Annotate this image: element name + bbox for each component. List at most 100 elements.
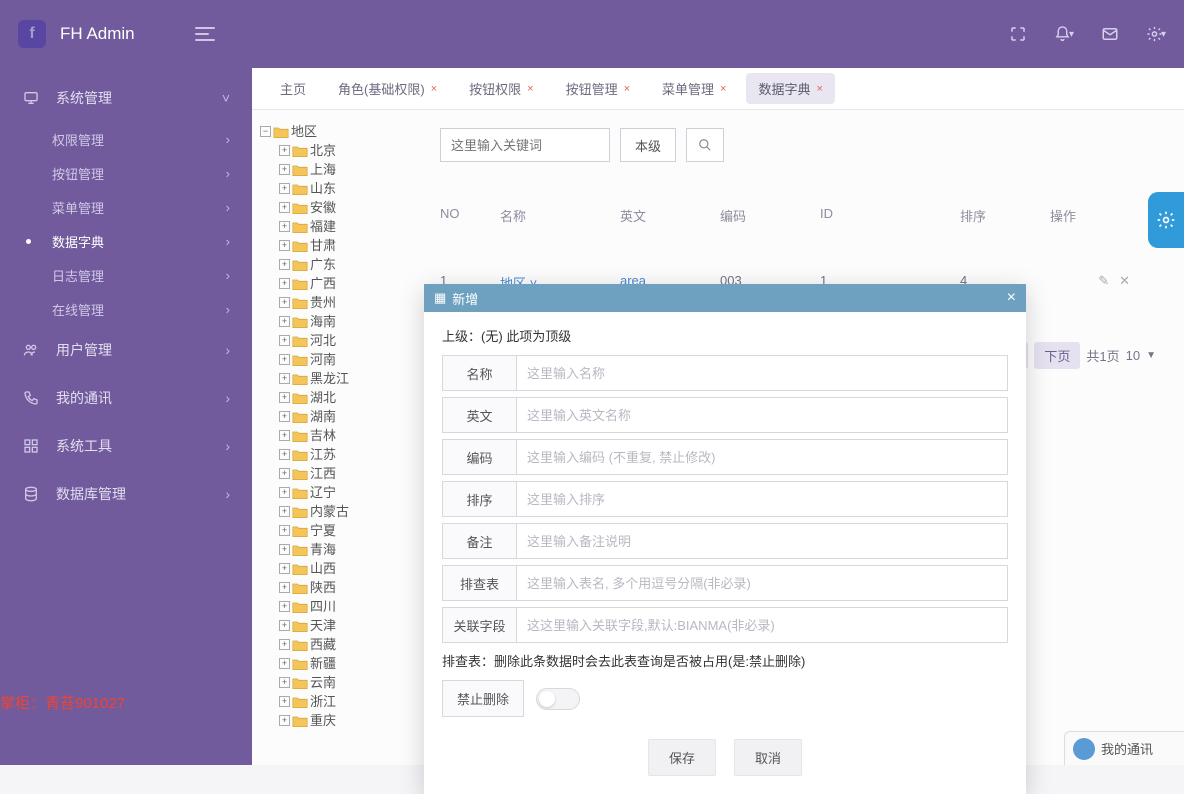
search-button[interactable] (686, 128, 724, 162)
expand-icon[interactable]: + (279, 430, 290, 441)
expand-icon[interactable]: + (279, 601, 290, 612)
expand-icon[interactable]: + (279, 221, 290, 232)
tree-node[interactable]: +广东 (279, 255, 430, 274)
tree-node[interactable]: +黑龙江 (279, 369, 430, 388)
expand-icon[interactable]: + (279, 449, 290, 460)
expand-icon[interactable]: + (279, 259, 290, 270)
tree-node[interactable]: +山东 (279, 179, 430, 198)
tab[interactable]: 角色(基础权限)× (326, 73, 449, 104)
sidebar-group-phone[interactable]: 我的通讯› (0, 374, 252, 422)
field-input-排序[interactable] (516, 481, 1008, 517)
tree-node[interactable]: +云南 (279, 673, 430, 692)
tree-node[interactable]: +湖北 (279, 388, 430, 407)
expand-icon[interactable]: + (279, 373, 290, 384)
forbid-delete-toggle[interactable] (536, 688, 580, 710)
mail-icon[interactable] (1100, 24, 1120, 44)
settings-side-badge[interactable] (1148, 192, 1184, 248)
expand-icon[interactable]: + (279, 297, 290, 308)
tab-close-icon[interactable]: × (624, 83, 630, 95)
tree-node[interactable]: +江苏 (279, 445, 430, 464)
sidebar-item[interactable]: 日志管理› (0, 258, 252, 292)
expand-icon[interactable]: + (279, 145, 290, 156)
expand-icon[interactable]: + (279, 468, 290, 479)
expand-icon[interactable]: + (279, 183, 290, 194)
expand-icon[interactable]: + (279, 544, 290, 555)
sidebar-group-monitor[interactable]: 系统管理˅ (0, 74, 252, 122)
sidebar-item[interactable]: 数据字典› (0, 224, 252, 258)
save-button[interactable]: 保存 (648, 739, 716, 776)
tree-node[interactable]: +河北 (279, 331, 430, 350)
search-input[interactable] (440, 128, 610, 162)
tree-node[interactable]: +北京 (279, 141, 430, 160)
tree-node[interactable]: +贵州 (279, 293, 430, 312)
edit-icon[interactable]: ✎ (1098, 273, 1109, 292)
expand-icon[interactable]: + (279, 658, 290, 669)
expand-icon[interactable]: + (279, 202, 290, 213)
tab[interactable]: 菜单管理× (650, 73, 738, 104)
expand-icon[interactable]: + (279, 620, 290, 631)
tree-node[interactable]: +辽宁 (279, 483, 430, 502)
pager-next[interactable]: 下页 (1034, 342, 1080, 369)
fullscreen-icon[interactable] (1008, 24, 1028, 44)
cancel-button[interactable]: 取消 (734, 739, 802, 776)
dialog-close-icon[interactable]: × (1007, 289, 1016, 307)
expand-icon[interactable]: + (279, 164, 290, 175)
expand-icon[interactable]: + (279, 506, 290, 517)
sidebar-item[interactable]: 按钮管理› (0, 156, 252, 190)
tab[interactable]: 数据字典× (746, 73, 834, 104)
sidebar-item[interactable]: 菜单管理› (0, 190, 252, 224)
tree-node[interactable]: +浙江 (279, 692, 430, 711)
field-input-关联字段[interactable] (516, 607, 1008, 643)
expand-icon[interactable]: + (279, 411, 290, 422)
tree-node[interactable]: +四川 (279, 597, 430, 616)
sidebar-item[interactable]: 权限管理› (0, 122, 252, 156)
tree-node[interactable]: +海南 (279, 312, 430, 331)
sidebar-group-users[interactable]: 用户管理› (0, 326, 252, 374)
tab-close-icon[interactable]: × (720, 83, 726, 95)
expand-icon[interactable]: + (279, 715, 290, 726)
tree-node[interactable]: +安徽 (279, 198, 430, 217)
expand-icon[interactable]: + (279, 278, 290, 289)
tree-node[interactable]: +江西 (279, 464, 430, 483)
expand-icon[interactable]: + (279, 335, 290, 346)
tree-node[interactable]: +河南 (279, 350, 430, 369)
expand-icon[interactable]: + (279, 582, 290, 593)
tab[interactable]: 按钮权限× (457, 73, 545, 104)
tree-node[interactable]: +重庆 (279, 711, 430, 730)
field-input-排查表[interactable] (516, 565, 1008, 601)
tree-node[interactable]: +吉林 (279, 426, 430, 445)
level-button[interactable]: 本级 (620, 128, 676, 162)
expand-icon[interactable]: − (260, 126, 271, 137)
gear-icon[interactable]: ▾ (1146, 24, 1166, 44)
tree-node[interactable]: +广西 (279, 274, 430, 293)
field-input-名称[interactable] (516, 355, 1008, 391)
expand-icon[interactable]: + (279, 487, 290, 498)
delete-icon[interactable]: ✕ (1119, 273, 1130, 292)
tree-node[interactable]: +福建 (279, 217, 430, 236)
tree-node[interactable]: +天津 (279, 616, 430, 635)
field-input-备注[interactable] (516, 523, 1008, 559)
expand-icon[interactable]: + (279, 392, 290, 403)
tree-node[interactable]: +甘肃 (279, 236, 430, 255)
sidebar-item[interactable]: 在线管理› (0, 292, 252, 326)
expand-icon[interactable]: + (279, 316, 290, 327)
tree-node[interactable]: +内蒙古 (279, 502, 430, 521)
tab-close-icon[interactable]: × (431, 83, 437, 95)
expand-icon[interactable]: + (279, 354, 290, 365)
tree-node[interactable]: +西藏 (279, 635, 430, 654)
expand-icon[interactable]: + (279, 639, 290, 650)
expand-icon[interactable]: + (279, 677, 290, 688)
tree-node[interactable]: +青海 (279, 540, 430, 559)
expand-icon[interactable]: + (279, 525, 290, 536)
field-input-编码[interactable] (516, 439, 1008, 475)
sidebar-group-db[interactable]: 数据库管理› (0, 470, 252, 518)
expand-icon[interactable]: + (279, 696, 290, 707)
chat-widget[interactable]: 我的通讯 (1064, 731, 1184, 765)
tree-node[interactable]: +湖南 (279, 407, 430, 426)
tree-node[interactable]: +山西 (279, 559, 430, 578)
tree-node[interactable]: +陕西 (279, 578, 430, 597)
field-input-英文[interactable] (516, 397, 1008, 433)
tree-root[interactable]: − 地区 (260, 122, 430, 141)
tree-node[interactable]: +上海 (279, 160, 430, 179)
sidebar-group-grid[interactable]: 系统工具› (0, 422, 252, 470)
